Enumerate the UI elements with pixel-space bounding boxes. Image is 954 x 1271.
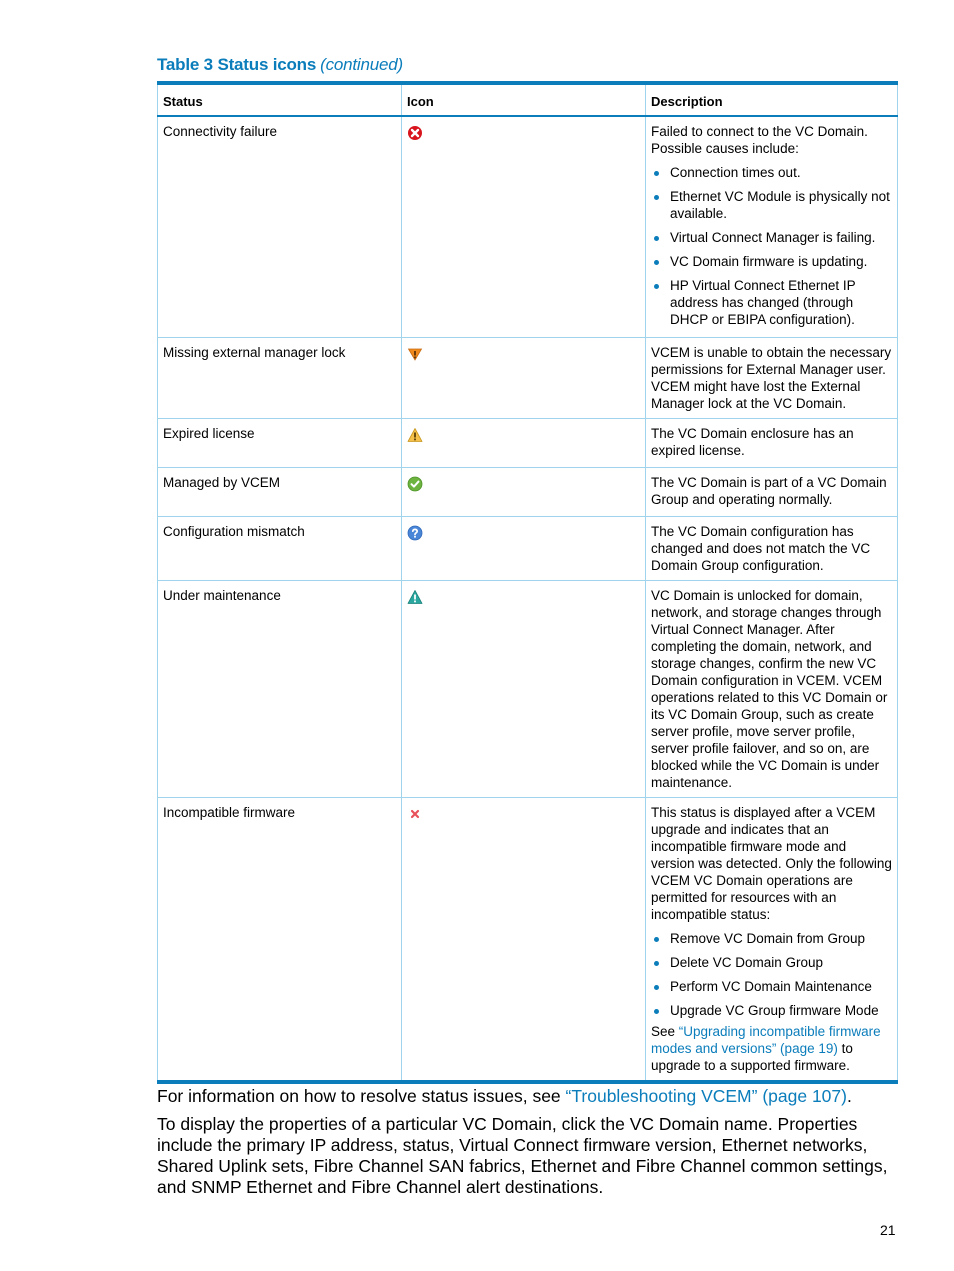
warning-triangle-icon	[407, 427, 423, 442]
status-cell: Under maintenance	[157, 579, 402, 798]
cause-list: Connection times out. Ethernet VC Module…	[651, 164, 892, 328]
table-row: Configuration mismatch The VC Domain con…	[157, 515, 898, 581]
question-circle-icon	[407, 525, 423, 540]
list-item: VC Domain firmware is updating.	[651, 253, 892, 270]
icon-cell	[401, 466, 646, 517]
description-cell: The VC Domain is part of a VC Domain Gro…	[645, 466, 898, 517]
maintenance-triangle-icon	[407, 589, 423, 604]
resolve-status-paragraph: For information on how to resolve status…	[157, 1086, 899, 1107]
page-number: 21	[880, 1222, 896, 1238]
caption-continued: (continued)	[320, 55, 403, 74]
p1-prefix: For information on how to resolve status…	[157, 1086, 566, 1106]
icon-cell	[401, 796, 646, 1082]
p1-suffix: .	[846, 1086, 852, 1106]
description-text: VC Domain is unlocked for domain, networ…	[651, 587, 888, 790]
table-row: Under maintenance VC Domain is unlocked …	[157, 579, 898, 798]
description-cell: The VC Domain configuration has changed …	[645, 515, 898, 581]
list-item: Upgrade VC Group firmware Mode	[651, 1002, 892, 1019]
check-circle-icon	[407, 476, 423, 491]
description-text: This status is displayed after a VCEM up…	[651, 804, 892, 922]
icon-cell	[401, 579, 646, 798]
table-row: Expired license The VC Domain enclosure …	[157, 417, 898, 468]
list-item: Ethernet VC Module is physically not ava…	[651, 188, 892, 222]
description-cell: The VC Domain enclosure has an expired l…	[645, 417, 898, 468]
status-icons-table: Status Icon Description Connectivity fai…	[157, 81, 898, 1084]
description-text: VCEM is unable to obtain the necessary p…	[651, 344, 892, 411]
list-item: HP Virtual Connect Ethernet IP address h…	[651, 277, 892, 328]
description-cell: VC Domain is unlocked for domain, networ…	[645, 579, 898, 798]
table-header-row: Status Icon Description	[157, 82, 898, 117]
status-cell: Missing external manager lock	[157, 336, 402, 419]
table-row: Managed by VCEM The VC Domain is part of…	[157, 466, 898, 517]
description-text: The VC Domain configuration has changed …	[651, 523, 871, 573]
header-description: Description	[645, 82, 898, 117]
table-row: Missing external manager lock VCEM is un…	[157, 336, 898, 419]
status-cell: Connectivity failure	[157, 115, 402, 338]
list-item: Remove VC Domain from Group	[651, 930, 892, 947]
description-text: The VC Domain enclosure has an expired l…	[651, 425, 854, 458]
caption-label: Table 3 Status icons	[157, 55, 317, 74]
description-text: Failed to connect to the VC Domain. Poss…	[651, 124, 868, 156]
description-cell: Failed to connect to the VC Domain. Poss…	[645, 115, 898, 338]
see-also-text: See “Upgrading incompatible firmware mod…	[651, 1023, 892, 1074]
error-circle-icon	[408, 126, 422, 140]
icon-cell	[401, 115, 646, 338]
see-prefix: See	[651, 1023, 679, 1039]
header-status: Status	[157, 82, 402, 117]
description-text: The VC Domain is part of a VC Domain Gro…	[651, 474, 887, 507]
header-icon: Icon	[401, 82, 646, 117]
lock-warning-icon	[407, 348, 423, 361]
list-item: Virtual Connect Manager is failing.	[651, 229, 892, 246]
status-cell: Managed by VCEM	[157, 466, 402, 517]
icon-cell	[401, 515, 646, 581]
list-item: Delete VC Domain Group	[651, 954, 892, 971]
icon-cell	[401, 336, 646, 419]
table-row: Connectivity failure Failed to connect t…	[157, 115, 898, 338]
x-mark-icon	[410, 809, 420, 818]
table-row: Incompatible firmware This status is dis…	[157, 796, 898, 1082]
properties-paragraph: To display the properties of a particula…	[157, 1114, 888, 1197]
description-cell: This status is displayed after a VCEM up…	[645, 796, 898, 1082]
status-cell: Incompatible firmware	[157, 796, 402, 1082]
list-item: Connection times out.	[651, 164, 892, 181]
status-cell: Expired license	[157, 417, 402, 468]
permitted-operations-list: Remove VC Domain from Group Delete VC Do…	[651, 930, 892, 1019]
list-item: Perform VC Domain Maintenance	[651, 978, 892, 995]
icon-cell	[401, 417, 646, 468]
table-caption: Table 3 Status icons (continued)	[157, 55, 403, 75]
description-cell: VCEM is unable to obtain the necessary p…	[645, 336, 898, 419]
status-cell: Configuration mismatch	[157, 515, 402, 581]
troubleshooting-link[interactable]: “Troubleshooting VCEM” (page 107)	[566, 1086, 847, 1106]
